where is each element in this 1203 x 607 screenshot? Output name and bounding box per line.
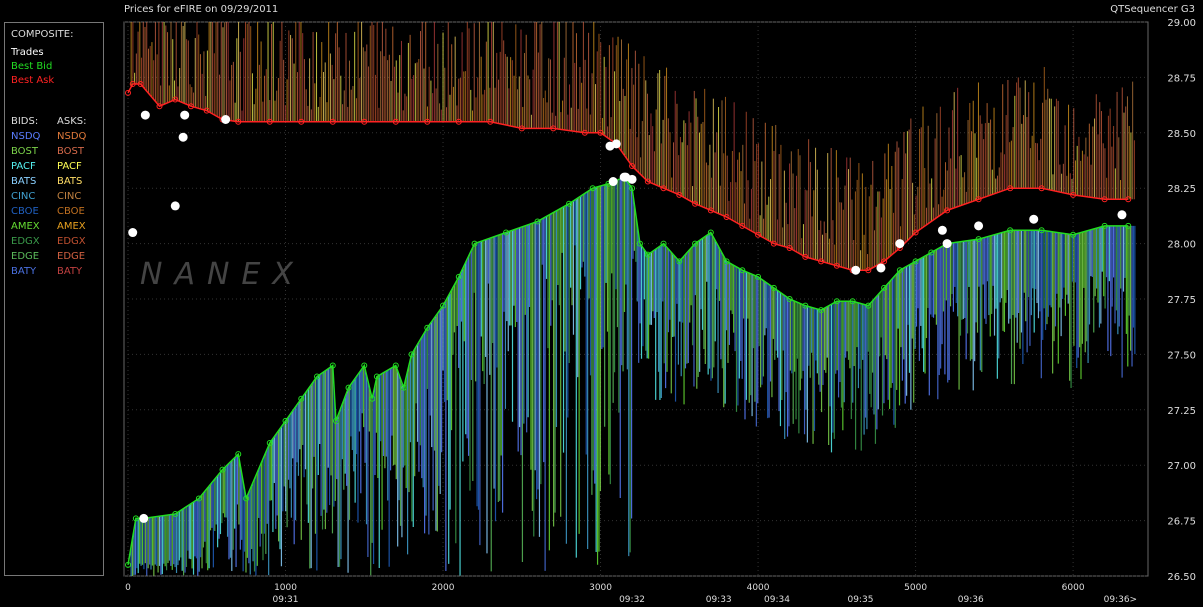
legend-ask-edgx: EDGX [57,236,86,247]
chart-title: Prices for eFIRE on 09/29/2011 [124,4,279,15]
time-label: 09:36 [958,595,984,605]
trade-point [170,201,180,211]
legend-best-ask: Best Ask [11,75,55,86]
y-tick-label: 28.00 [1167,240,1196,251]
legend-ask-cinc: CINC [57,191,82,202]
bids-heading: BIDS: [11,116,39,127]
trade-point [608,177,618,187]
y-tick-label: 27.50 [1167,350,1196,361]
legend-bid-bost: BOST [11,146,39,157]
x-tick-label: 0 [125,583,131,593]
trade-point [221,115,231,125]
legend-ask-pacf: PACF [57,161,82,172]
legend-trades: Trades [11,47,44,58]
legend-bid-nsdq: NSDQ [11,131,41,142]
price-chart: NANEX 26.50 26.75 27.00 27.25 27.50 27.75 28.0… [0,0,1203,607]
legend-bid-edgx: EDGX [11,236,40,247]
trade-point [139,513,149,523]
legend-ask-amex: AMEX [57,221,86,232]
y-tick-label: 27.75 [1167,295,1196,306]
y-tick-label: 27.25 [1167,406,1196,417]
time-label: 09:34 [764,595,790,605]
asks-heading: ASKS: [57,116,87,127]
trade-point [180,110,190,120]
legend-ask-cboe: CBOE [57,206,85,217]
trade-point [895,239,905,249]
legend-bid-baty: BATY [11,266,37,277]
legend-ask-nsdq: NSDQ [57,131,87,142]
trade-point [1029,214,1039,224]
trade-point [178,132,188,142]
y-tick-label: 27.00 [1167,461,1196,472]
watermark: NANEX [140,257,305,292]
x-tick-label: 3000 [589,583,612,593]
x-tick-label: 5000 [904,583,927,593]
trade-point [974,221,984,231]
y-tick-label: 29.00 [1167,18,1196,29]
trade-point [942,239,952,249]
time-label: 09:32 [619,595,645,605]
legend-bid-bats: BATS [11,176,37,187]
time-label: 09:31 [273,595,299,605]
trade-point [140,110,150,120]
legend-bid-amex: AMEX [11,221,40,232]
time-label: 09:35 [847,595,873,605]
trade-point [128,228,138,238]
legend-bid-cboe: CBOE [11,206,39,217]
x-tick-label: 1000 [274,583,297,593]
legend-bid-edge: EDGE [11,251,40,262]
legend-bid-cinc: CINC [11,191,36,202]
y-tick-label: 26.50 [1167,572,1196,583]
trade-point [876,263,886,273]
app-name: QTSequencer G3 [1110,4,1195,15]
trade-point [937,225,947,235]
trade-point [627,174,637,184]
y-tick-label: 28.75 [1167,73,1196,84]
composite-heading: COMPOSITE: [11,29,74,40]
legend-ask-bost: BOST [57,146,85,157]
y-tick-label: 28.50 [1167,129,1196,140]
x-tick-label: 6000 [1062,583,1085,593]
time-label: 09:36> [1104,595,1137,605]
legend-ask-baty: BATY [57,266,83,277]
legend-best-bid: Best Bid [11,61,53,72]
trade-point [851,265,861,275]
y-tick-label: 28.25 [1167,184,1196,195]
x-tick-label: 2000 [432,583,455,593]
y-tick-label: 26.75 [1167,517,1196,528]
legend-panel: COMPOSITE: Trades Best Bid Best Ask BIDS… [4,22,104,576]
trade-point [1117,210,1127,220]
time-label: 09:33 [706,595,732,605]
legend-bid-pacf: PACF [11,161,36,172]
legend-ask-bats: BATS [57,176,83,187]
trade-point [611,139,621,149]
legend-ask-edge: EDGE [57,251,86,262]
x-tick-label: 4000 [747,583,770,593]
